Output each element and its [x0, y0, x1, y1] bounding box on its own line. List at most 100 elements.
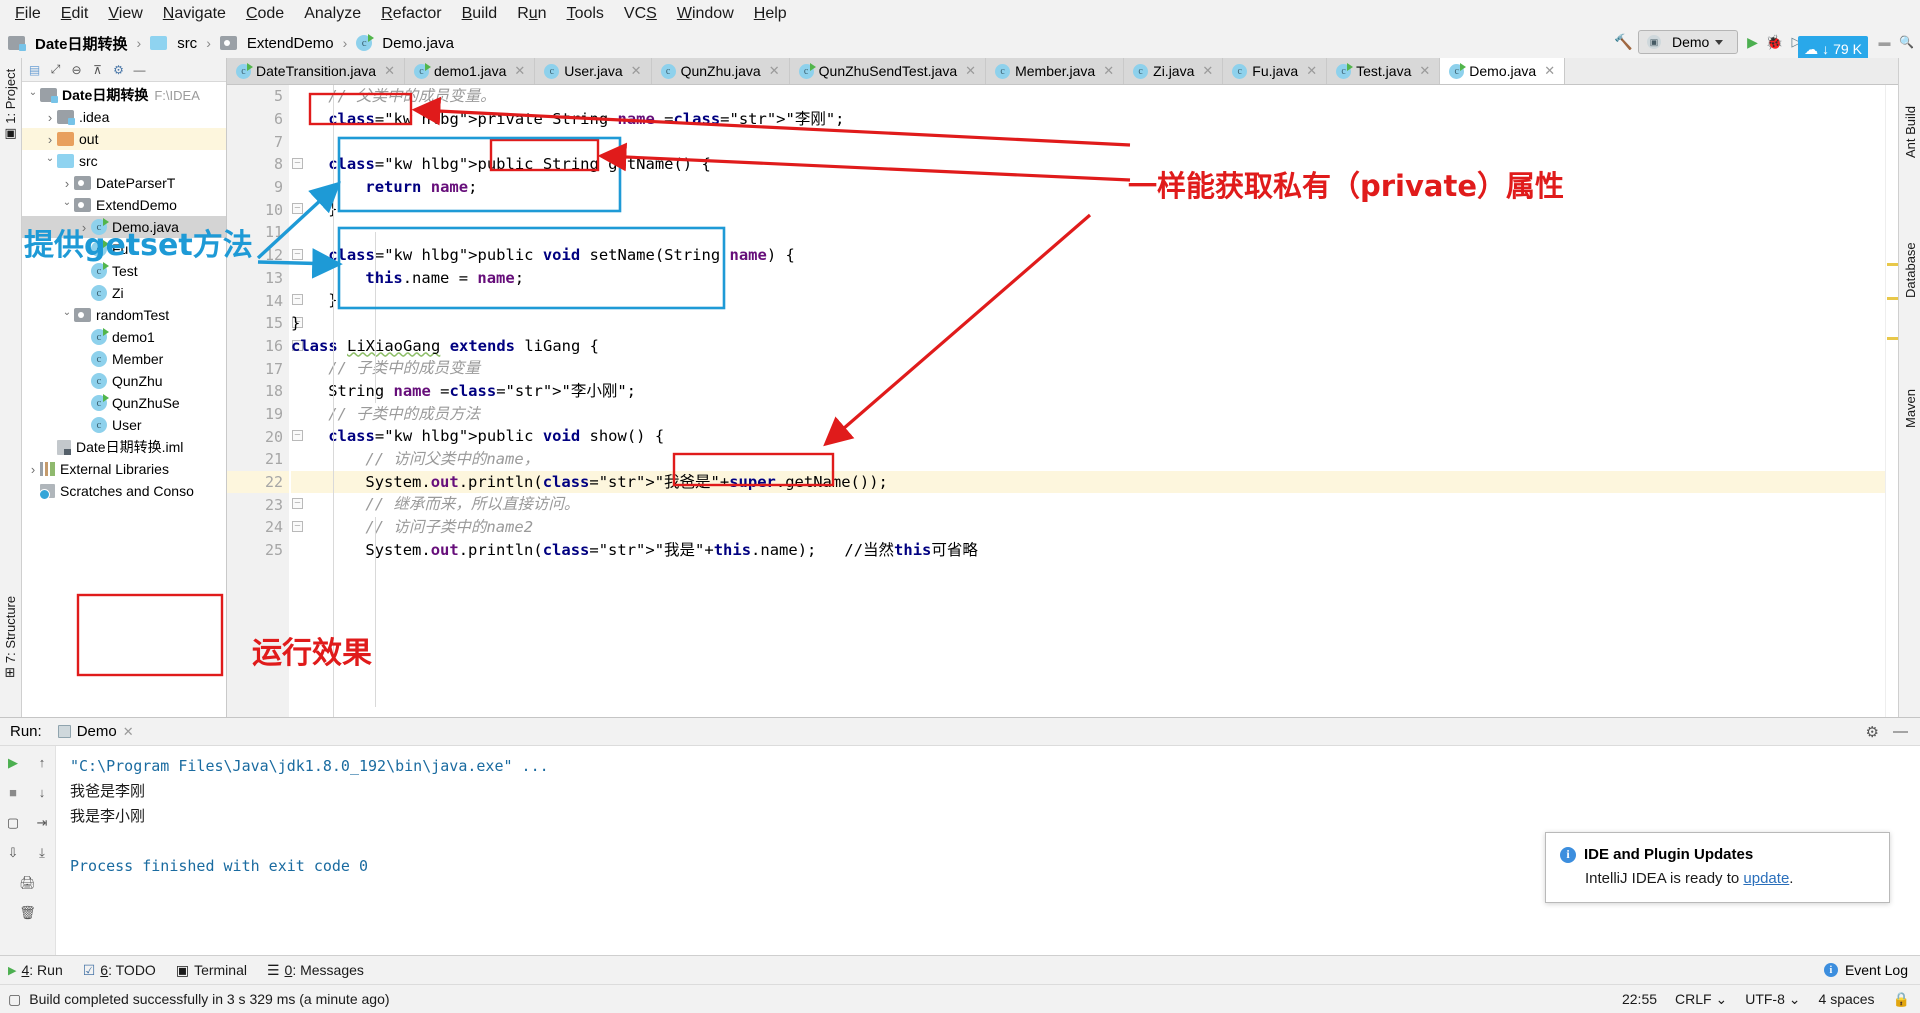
- code-line-17[interactable]: // 子类中的成员变量: [291, 357, 1885, 380]
- collapse-all-icon[interactable]: ⊖: [69, 62, 84, 77]
- code-line-24[interactable]: // 访问子类中的name2: [291, 516, 1885, 539]
- bottom-tab-terminal[interactable]: ▣ Terminal: [176, 962, 247, 979]
- menu-item-file[interactable]: File: [6, 2, 50, 26]
- code-line-6[interactable]: class="kw hlbg">private String name =cla…: [291, 108, 1885, 131]
- line-separator-selector[interactable]: CRLF ⌄: [1675, 991, 1727, 1008]
- tree-node-fu[interactable]: c Fu: [22, 238, 226, 260]
- debug-icon[interactable]: 🐞: [1766, 34, 1783, 50]
- close-icon[interactable]: ✕: [514, 63, 525, 79]
- menu-item-navigate[interactable]: Navigate: [154, 2, 235, 26]
- gutter-line-23[interactable]: 23–: [227, 493, 303, 516]
- tree-node-member[interactable]: c Member: [22, 348, 226, 370]
- soft-wrap-icon[interactable]: ⇥: [32, 812, 53, 833]
- close-icon[interactable]: ✕: [769, 63, 780, 79]
- breadcrumb-item-project[interactable]: Date日期转换: [8, 33, 128, 54]
- run-icon[interactable]: ▶: [1745, 34, 1760, 50]
- tree-node-out[interactable]: out: [22, 128, 226, 150]
- tree-node-zi[interactable]: c Zi: [22, 282, 226, 304]
- code-line-19[interactable]: // 子类中的成员方法: [291, 403, 1885, 426]
- close-icon[interactable]: ✕: [1103, 63, 1114, 79]
- gutter-line-22[interactable]: 22: [227, 470, 289, 494]
- settings-gear-icon[interactable]: ⚙: [1866, 723, 1879, 741]
- tree-node-demojava[interactable]: cDemo.java: [22, 216, 226, 238]
- code-line-10[interactable]: }: [291, 198, 1885, 221]
- menu-item-build[interactable]: Build: [453, 2, 507, 26]
- gutter-line-19[interactable]: 19: [227, 403, 289, 426]
- rerun-icon[interactable]: ▶: [3, 752, 24, 773]
- gutter-line-5[interactable]: 5: [227, 85, 289, 108]
- gutter-line-11[interactable]: 11: [227, 221, 289, 244]
- tree-node-idea[interactable]: .idea: [22, 106, 226, 128]
- tree-node-src[interactable]: src: [22, 150, 226, 172]
- gutter-line-14[interactable]: 14–: [227, 289, 303, 312]
- editor-tab-userjava[interactable]: c User.java ✕: [535, 58, 652, 84]
- flatten-packages-icon[interactable]: ▤: [27, 62, 42, 77]
- editor-tab-demo1java[interactable]: c demo1.java ✕: [405, 58, 536, 84]
- gutter-line-9[interactable]: 9: [227, 176, 289, 199]
- gutter-line-16[interactable]: 16–: [227, 335, 303, 358]
- editor-tab-qunzhusendtestjava[interactable]: c QunZhuSendTest.java ✕: [789, 58, 987, 84]
- editor-tab-bar[interactable]: c DateTransition.java ✕ c demo1.java ✕ c User.j…: [227, 58, 1898, 85]
- tree-node-randomtest[interactable]: randomTest: [22, 304, 226, 326]
- editor-tab-demojava[interactable]: c Demo.java ✕: [1440, 58, 1566, 84]
- code-line-8[interactable]: class="kw hlbg">public String getName() …: [291, 153, 1885, 176]
- build-hammer-icon[interactable]: 🔨: [1614, 34, 1633, 51]
- tool-tab-database[interactable]: Database: [1903, 242, 1918, 298]
- editor-tab-testjava[interactable]: c Test.java ✕: [1327, 58, 1441, 84]
- stop-icon[interactable]: ■: [3, 782, 24, 803]
- gutter-line-13[interactable]: 13: [227, 267, 289, 290]
- code-line-23[interactable]: // 继承而来，所以直接访问。: [291, 493, 1885, 516]
- print-icon[interactable]: 🖨: [17, 872, 38, 893]
- tree-expand-arrow-icon[interactable]: [60, 310, 74, 321]
- search-everywhere-icon[interactable]: 🔍: [1899, 35, 1914, 50]
- hide-panel-icon[interactable]: —: [1893, 723, 1908, 740]
- close-icon[interactable]: ✕: [123, 724, 134, 740]
- tool-tab-structure[interactable]: ⊞ 7: Structure: [2, 596, 18, 678]
- close-icon[interactable]: ✕: [965, 63, 976, 79]
- gutter-line-8[interactable]: 8–: [227, 153, 303, 176]
- close-icon[interactable]: ✕: [631, 63, 642, 79]
- code-line-15[interactable]: }: [291, 312, 1885, 335]
- tree-expand-arrow-icon[interactable]: [60, 200, 74, 211]
- run-tab-demo[interactable]: Demo ✕: [52, 721, 140, 742]
- menu-item-help[interactable]: Help: [745, 2, 796, 26]
- tree-node-dateparsert[interactable]: DateParserT: [22, 172, 226, 194]
- gutter-line-6[interactable]: 6: [227, 108, 289, 131]
- close-icon[interactable]: ✕: [1202, 63, 1213, 79]
- bottom-tab-todo[interactable]: ☑ 6: TODO: [83, 962, 156, 979]
- hide-panel-icon[interactable]: —: [132, 62, 147, 77]
- tree-node-qunzhuse[interactable]: c QunZhuSe: [22, 392, 226, 414]
- commit-icon[interactable]: ▬: [1877, 35, 1892, 50]
- tool-tab-ant-build[interactable]: Ant Build: [1903, 106, 1918, 158]
- scroll-down-icon[interactable]: ↓: [32, 782, 53, 803]
- gutter-line-24[interactable]: 24–: [227, 516, 303, 539]
- expand-icon[interactable]: ⊼: [90, 62, 105, 77]
- code-line-14[interactable]: }: [291, 289, 1885, 312]
- close-icon[interactable]: ✕: [1306, 63, 1317, 79]
- editor-tab-memberjava[interactable]: c Member.java ✕: [986, 58, 1125, 84]
- code-line-5[interactable]: // 父类中的成员变量。: [291, 85, 1885, 108]
- tree-expand-arrow-icon[interactable]: [26, 90, 40, 101]
- gutter-line-18[interactable]: 18: [227, 380, 289, 403]
- menu-item-tools[interactable]: Tools: [558, 2, 613, 26]
- menu-item-refactor[interactable]: Refactor: [372, 2, 450, 26]
- gutter-line-25[interactable]: 25: [227, 539, 289, 562]
- tree-expand-arrow-icon[interactable]: [26, 462, 40, 477]
- bottom-tab-messages[interactable]: ☰ 0: Messages: [267, 962, 364, 979]
- menu-item-run[interactable]: Run: [508, 2, 555, 26]
- gutter-line-17[interactable]: 17: [227, 357, 289, 380]
- close-icon[interactable]: ✕: [384, 63, 395, 79]
- close-icon[interactable]: ✕: [1419, 63, 1430, 79]
- code-line-20[interactable]: class="kw hlbg">public void show() {: [291, 425, 1885, 448]
- run-configuration-selector[interactable]: ▣ Demo: [1638, 30, 1738, 54]
- tree-node-test[interactable]: c Test: [22, 260, 226, 282]
- code-line-16[interactable]: class LiXiaoGang extends liGang {: [291, 335, 1885, 358]
- tree-node-date[interactable]: Date日期转换 F:\IDEA: [22, 84, 226, 106]
- code-line-12[interactable]: class="kw hlbg">public void setName(Stri…: [291, 244, 1885, 267]
- code-line-21[interactable]: // 访问父类中的name，: [291, 448, 1885, 471]
- tool-tab-project[interactable]: ▣ 1: Project: [2, 69, 18, 140]
- gutter-line-15[interactable]: 15–: [227, 312, 303, 335]
- notification-balloon[interactable]: i IDE and Plugin Updates IntelliJ IDEA i…: [1545, 832, 1890, 903]
- bottom-tab-run[interactable]: ▶ 4: Run: [8, 962, 63, 978]
- editor-tab-qunzhujava[interactable]: c QunZhu.java ✕: [651, 58, 790, 84]
